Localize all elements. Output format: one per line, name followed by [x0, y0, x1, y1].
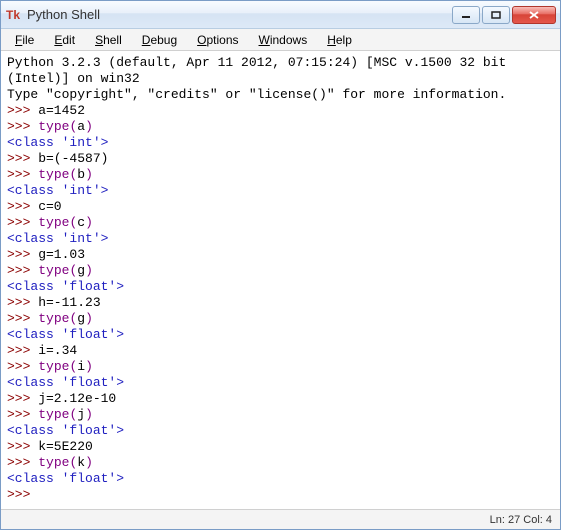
paren: ) [85, 263, 93, 278]
paren: ) [85, 119, 93, 134]
input-j: j=2.12e-10 [30, 391, 116, 406]
kw-type: type [38, 167, 69, 182]
kw-type: type [38, 311, 69, 326]
menu-options[interactable]: Options [189, 31, 246, 49]
prompt: >>> [7, 311, 30, 326]
arg: a [77, 119, 85, 134]
paren: ) [85, 359, 93, 374]
tk-icon: Tk [5, 7, 21, 23]
close-icon [529, 11, 539, 19]
status-position: Ln: 27 Col: 4 [490, 514, 552, 526]
prompt: >>> [7, 487, 30, 502]
input-k: k=5E220 [30, 439, 92, 454]
prompt: >>> [7, 359, 30, 374]
prompt: >>> [7, 343, 30, 358]
output: <class 'float'> [7, 423, 124, 438]
minimize-icon [461, 11, 471, 19]
input-i: i=.34 [30, 343, 77, 358]
menu-edit[interactable]: Edit [46, 31, 83, 49]
prompt: >>> [7, 215, 30, 230]
prompt: >>> [7, 199, 30, 214]
banner-line-2: Type "copyright", "credits" or "license(… [7, 87, 506, 102]
window-controls [452, 6, 556, 24]
menu-help[interactable]: Help [319, 31, 360, 49]
menubar: File Edit Shell Debug Options Windows He… [1, 29, 560, 51]
arg: k [77, 455, 85, 470]
input-b: b=(-4587) [30, 151, 108, 166]
prompt: >>> [7, 119, 30, 134]
prompt: >>> [7, 151, 30, 166]
prompt: >>> [7, 247, 30, 262]
kw-type: type [38, 119, 69, 134]
prompt: >>> [7, 263, 30, 278]
prompt: >>> [7, 439, 30, 454]
kw-type: type [38, 407, 69, 422]
output: <class 'float'> [7, 375, 124, 390]
output: <class 'float'> [7, 471, 124, 486]
arg: c [77, 215, 85, 230]
input-g: g=1.03 [30, 247, 85, 262]
kw-type: type [38, 455, 69, 470]
output: <class 'float'> [7, 279, 124, 294]
prompt: >>> [7, 455, 30, 470]
input-a: a=1452 [30, 103, 85, 118]
paren: ) [85, 215, 93, 230]
paren: ) [85, 455, 93, 470]
menu-shell[interactable]: Shell [87, 31, 130, 49]
prompt: >>> [7, 167, 30, 182]
paren: ) [85, 311, 93, 326]
arg: b [77, 167, 85, 182]
arg: i [77, 359, 85, 374]
menu-windows[interactable]: Windows [251, 31, 316, 49]
kw-type: type [38, 359, 69, 374]
statusbar: Ln: 27 Col: 4 [1, 509, 560, 529]
maximize-icon [491, 11, 501, 19]
paren: ) [85, 407, 93, 422]
menu-file[interactable]: File [7, 31, 42, 49]
titlebar: Tk Python Shell [1, 1, 560, 29]
maximize-button[interactable] [482, 6, 510, 24]
prompt: >>> [7, 391, 30, 406]
kw-type: type [38, 263, 69, 278]
window-title: Python Shell [27, 7, 452, 22]
input-h: h=-11.23 [30, 295, 100, 310]
kw-type: type [38, 215, 69, 230]
console-area[interactable]: Python 3.2.3 (default, Apr 11 2012, 07:1… [1, 51, 560, 509]
minimize-button[interactable] [452, 6, 480, 24]
prompt: >>> [7, 103, 30, 118]
output: <class 'int'> [7, 135, 108, 150]
paren: ) [85, 167, 93, 182]
arg: j [77, 407, 85, 422]
arg: g [77, 263, 85, 278]
prompt: >>> [7, 295, 30, 310]
input-c: c=0 [30, 199, 61, 214]
active-input[interactable] [30, 487, 38, 502]
banner-line-1: Python 3.2.3 (default, Apr 11 2012, 07:1… [7, 55, 514, 86]
output: <class 'int'> [7, 231, 108, 246]
arg: g [77, 311, 85, 326]
close-button[interactable] [512, 6, 556, 24]
output: <class 'int'> [7, 183, 108, 198]
prompt: >>> [7, 407, 30, 422]
output: <class 'float'> [7, 327, 124, 342]
menu-debug[interactable]: Debug [134, 31, 185, 49]
